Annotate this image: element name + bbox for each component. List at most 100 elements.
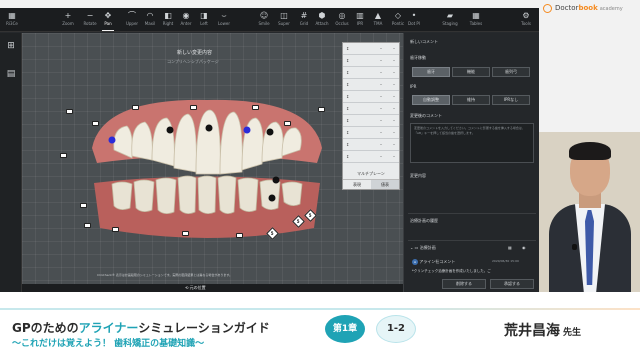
tooth-number-marker[interactable]: [132, 105, 139, 110]
attachment-dot[interactable]: [166, 126, 174, 134]
movement-option-arch[interactable]: 歯列弓: [492, 67, 530, 77]
simulation-disclaimer: ClinCheck® 表示は計画段階のシミュレーションです。実際の臨床結果とは異…: [97, 273, 233, 277]
tooth-number-marker[interactable]: [66, 109, 73, 114]
toolbar-maxil-button[interactable]: ◠ Maxil: [140, 10, 160, 27]
course-title-suffix: シミュレーションガイド: [138, 321, 270, 335]
new-comment-header: 新しいコメント: [410, 39, 438, 44]
lecturer-name: 荒井昌海 先生: [504, 320, 581, 340]
toolbar-button-label: Upper: [125, 21, 139, 26]
toolbar-anter-button[interactable]: ◉ Anter: [176, 10, 196, 27]
tooth-number-marker[interactable]: [284, 121, 291, 126]
tooth-number-marker[interactable]: [80, 203, 87, 208]
movement-row[interactable]: ↕ – –: [343, 79, 399, 91]
movement-row[interactable]: ↕ – –: [343, 55, 399, 67]
toolbar-zoom-button[interactable]: + Zoom: [58, 10, 78, 27]
lower-jaw-icon: ⌣: [221, 11, 227, 20]
tooth-number-marker[interactable]: [112, 227, 119, 232]
toolbar-tables-button[interactable]: ▦ Tables: [466, 10, 486, 27]
logo-sub: academy: [599, 6, 623, 12]
movement-row[interactable]: ↕ – –: [343, 67, 399, 79]
movement-row[interactable]: ↕ – –: [343, 43, 399, 55]
eye-icon[interactable]: ◉: [522, 245, 526, 250]
toolbar-dot-pl-button[interactable]: • Dot Pl: [404, 10, 424, 27]
toolbar-button-label: Left: [200, 21, 208, 26]
toolbar-tools-button[interactable]: ⚙ Tools: [516, 10, 536, 27]
attachment-dot[interactable]: [108, 136, 116, 144]
tooth-number-marker[interactable]: [182, 231, 189, 236]
toolbar-super-button[interactable]: ◫ Super: [274, 10, 294, 27]
toolbar-right-button[interactable]: ◧ Right: [158, 10, 178, 27]
original-position-button[interactable]: ⟲ 元の位置: [185, 285, 206, 291]
toolbar-button-label: Zoom: [62, 21, 74, 26]
attachment-dot[interactable]: [243, 126, 251, 134]
minus-icon: −: [86, 11, 94, 20]
occlusion-icon: ◎: [338, 11, 346, 20]
table-icon[interactable]: ▦: [508, 245, 512, 250]
viewport-bottom-bar: [22, 284, 403, 292]
toolbar-button-label: Occlus: [335, 21, 349, 26]
toolbar-rotate-button[interactable]: − Rotate: [80, 10, 100, 27]
logo-brand-suffix: book: [578, 4, 598, 12]
toolbar-occlus-button[interactable]: ◎ Occlus: [332, 10, 352, 27]
movement-value: –: [393, 130, 395, 135]
toolbar-grid-button[interactable]: # Grid: [294, 10, 314, 27]
movement-value: –: [380, 118, 382, 123]
plan-row[interactable]: ⌄ ▭ 治療計画: [410, 245, 436, 251]
tooth-number-marker[interactable]: [60, 153, 67, 158]
movement-axis-icon: ↕: [346, 130, 350, 135]
toolbar-button-label: Staging: [442, 21, 458, 26]
ipr-option-none[interactable]: IPRなし: [492, 95, 530, 105]
attachment-dot[interactable]: [272, 176, 280, 184]
tooth-number-marker[interactable]: [252, 105, 259, 110]
delete-button[interactable]: 削除する: [442, 279, 486, 289]
approve-button[interactable]: 承認する: [490, 279, 534, 289]
grid-view-icon[interactable]: ⊞: [4, 39, 18, 53]
toolbar-smile-button[interactable]: ☺ Smile: [254, 10, 274, 27]
toolbar-lower-button[interactable]: ⌣ Lower: [214, 10, 234, 27]
toolbar-upper-button[interactable]: ⌒ Upper: [122, 10, 142, 27]
smile-icon: ☺: [259, 11, 269, 20]
movement-value: –: [380, 82, 382, 87]
toolbar-staging-button[interactable]: ▰ Staging: [440, 10, 460, 27]
movement-row[interactable]: ↕ – –: [343, 103, 399, 115]
tooth-number-marker[interactable]: [92, 121, 99, 126]
comment-textarea[interactable]: 変更後のコメントを入力してください。コメントに影響する歯を挿入する場合は、「AB…: [410, 123, 534, 163]
tooth-number-marker[interactable]: [190, 105, 197, 110]
ipr-option-keep[interactable]: 維持: [452, 95, 490, 105]
attachment-dot[interactable]: [205, 124, 213, 132]
movement-row[interactable]: ↕ – –: [343, 91, 399, 103]
tab-values[interactable]: 値表: [371, 179, 399, 189]
comment-date: 2020/06/30 15:00: [492, 259, 519, 263]
toolbar-left-button[interactable]: ◨ Left: [194, 10, 214, 27]
toolbar-tma-button[interactable]: ▲ TMA: [368, 10, 388, 27]
movement-option-function[interactable]: 機能: [452, 67, 490, 77]
comment-placeholder: 変更後のコメントを入力してください。コメントに影響する歯を挿入する場合は、「AB…: [414, 126, 525, 135]
ipr-label: IPR: [410, 84, 417, 89]
app-menu-button[interactable]: ▦ Ri3Ce: [3, 11, 21, 26]
movement-row[interactable]: ↕ – –: [343, 115, 399, 127]
toolbar-ipr-button[interactable]: ▥ IPR: [350, 10, 370, 27]
microphone-icon: [572, 244, 577, 250]
movement-row[interactable]: ↕ – –: [343, 139, 399, 151]
panel-icon[interactable]: ▤: [4, 67, 18, 81]
movement-option-tooth[interactable]: 歯牙: [412, 67, 450, 77]
movement-row[interactable]: ↕ – –: [343, 151, 399, 163]
toolbar-attach-button[interactable]: ⬢ Attach: [312, 10, 332, 27]
tooth-number-marker[interactable]: [84, 223, 91, 228]
movement-value: –: [393, 46, 395, 51]
tooth-number-marker[interactable]: [236, 233, 243, 238]
movement-axis-icon: ↕: [346, 154, 350, 159]
toolbar-button-label: Tables: [469, 21, 483, 26]
movement-row[interactable]: ↕ – –: [343, 127, 399, 139]
superimpose-icon: ◫: [280, 11, 288, 20]
attachment-dot[interactable]: [266, 128, 274, 136]
maxilla-icon: ◠: [146, 11, 154, 20]
tab-expression[interactable]: 表現: [343, 179, 371, 189]
comment-panel: 新しいコメント 歯牙移動 歯牙 機能 歯列弓 IPR 自動調整 維持 IPRなし…: [403, 33, 539, 292]
tooth-number-marker[interactable]: [318, 107, 325, 112]
toolbar-button-label: Rotate: [83, 21, 97, 26]
movement-value: –: [380, 58, 382, 63]
toolbar-pan-button[interactable]: ✥ Pan: [98, 10, 118, 31]
attachment-dot[interactable]: [268, 194, 276, 202]
ipr-option-auto[interactable]: 自動調整: [412, 95, 450, 105]
